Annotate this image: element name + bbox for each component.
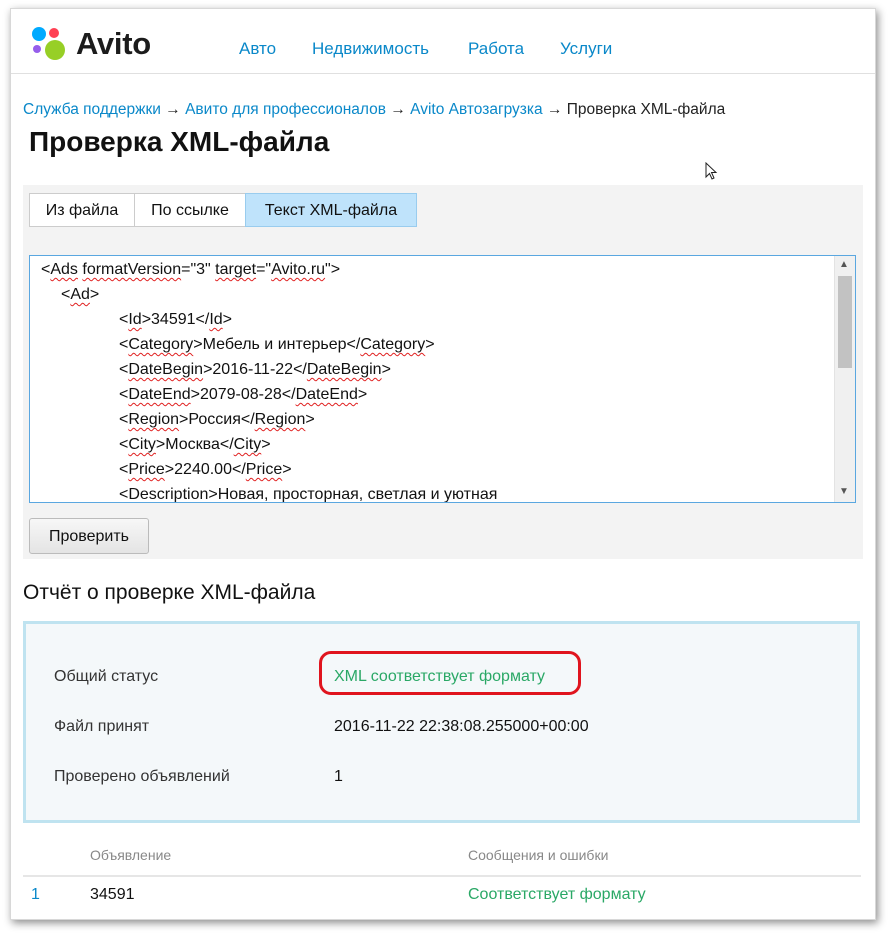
- row-message: Соответствует формату: [468, 886, 646, 903]
- code-line: <DateBegin>2016-11-22</DateBegin>: [119, 361, 391, 378]
- scrollbar-thumb[interactable]: [838, 276, 852, 368]
- tab-from-file[interactable]: Из файла: [29, 193, 135, 227]
- checked-count-label: Проверено объявлений: [54, 768, 230, 785]
- site-header: Avito Авто Недвижимость Работа Услуги: [11, 9, 875, 74]
- breadcrumb-separator: →: [546, 101, 563, 118]
- table-divider: [23, 875, 861, 877]
- checked-count-value: 1: [334, 768, 343, 785]
- tab-xml-text[interactable]: Текст XML-файла: [245, 193, 417, 227]
- nav-realty[interactable]: Недвижимость: [312, 39, 429, 59]
- status-highlight-outline: [319, 651, 581, 695]
- code-line: <Price>2240.00</Price>: [119, 461, 292, 478]
- report-summary: Общий статус XML соответствует формату Ф…: [23, 621, 860, 823]
- row-ad-id: 34591: [90, 886, 135, 903]
- breadcrumb-separator: →: [390, 101, 406, 118]
- scroll-up-icon[interactable]: ▲: [839, 259, 849, 270]
- nav-jobs[interactable]: Работа: [468, 39, 524, 59]
- code-line: <Ad>: [61, 286, 100, 303]
- breadcrumb-pro[interactable]: Авито для профессионалов: [185, 101, 386, 118]
- logo-dots-icon: [32, 27, 65, 60]
- accepted-value: 2016-11-22 22:38:08.255000+00:00: [334, 718, 589, 735]
- code-line: <Region>Россия</Region>: [119, 411, 315, 428]
- avito-logo[interactable]: Avito: [30, 25, 170, 65]
- status-label: Общий статус: [54, 668, 159, 685]
- nav-auto[interactable]: Авто: [239, 39, 276, 59]
- column-header-ad: Объявление: [90, 847, 172, 863]
- breadcrumb-autoload[interactable]: Avito Автозагрузка: [410, 101, 543, 118]
- column-header-messages: Сообщения и ошибки: [468, 847, 609, 863]
- code-line: <Id>34591</Id>: [119, 311, 232, 328]
- breadcrumb: Служба поддержки → Авито для профессиона…: [23, 101, 725, 119]
- code-line: <DateEnd>2079-08-28</DateEnd>: [119, 386, 368, 403]
- tab-by-link[interactable]: По ссылке: [134, 193, 246, 227]
- nav-services[interactable]: Услуги: [560, 39, 612, 59]
- editor-scrollbar[interactable]: ▲ ▼: [834, 256, 855, 502]
- code-line: <City>Москва</City>: [119, 436, 271, 453]
- check-button[interactable]: Проверить: [29, 518, 149, 554]
- breadcrumb-support[interactable]: Служба поддержки: [23, 101, 161, 118]
- mouse-cursor-icon: [705, 162, 718, 180]
- code-line: <Category>Мебель и интерьер</Category>: [119, 336, 435, 353]
- breadcrumb-current: Проверка XML-файла: [566, 101, 726, 118]
- breadcrumb-separator: →: [165, 101, 181, 118]
- xml-text-input[interactable]: <Ads formatVersion="3" target="Avito.ru"…: [29, 255, 856, 503]
- page-title: Проверка XML-файла: [29, 126, 330, 157]
- row-index-link[interactable]: 1: [31, 886, 40, 904]
- code-line: <Description>Новая, просторная, светлая …: [119, 486, 498, 503]
- browser-page: Avito Авто Недвижимость Работа Услуги Сл…: [10, 8, 876, 920]
- scroll-down-icon[interactable]: ▼: [839, 486, 849, 497]
- code-line: <Ads formatVersion="3" target="Avito.ru"…: [41, 261, 341, 278]
- accepted-label: Файл принят: [54, 718, 150, 735]
- logo-wordmark: Avito: [76, 26, 151, 61]
- report-title: Отчёт о проверке XML-файла: [23, 581, 316, 604]
- xml-check-form: Из файла По ссылке Текст XML-файла <Ads …: [23, 185, 863, 559]
